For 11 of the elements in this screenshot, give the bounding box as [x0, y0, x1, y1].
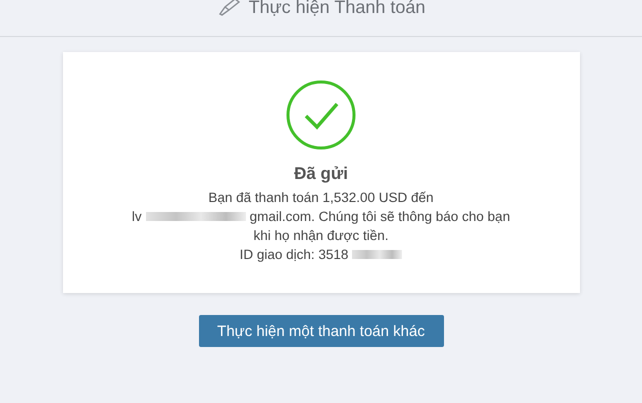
status-heading: Đã gửi — [294, 164, 348, 184]
message-text: lv — [132, 208, 142, 226]
new-payment-button[interactable]: Thực hiện một thanh toán khác — [198, 315, 444, 347]
pen-icon — [216, 0, 241, 16]
page-title: Thực hiện Thanh toán — [248, 0, 426, 17]
check-circle-icon — [286, 80, 356, 150]
message-text: gmail.com. Chúng tôi sẽ thông báo cho bạn — [250, 208, 510, 226]
message-text: khi họ nhận được tiền. — [254, 227, 388, 245]
message-text: Bạn đã thanh toán 1,532.00 USD đến — [208, 189, 434, 207]
message-text: ID giao dịch: 3518 — [240, 246, 348, 264]
redaction-mark — [352, 250, 402, 259]
